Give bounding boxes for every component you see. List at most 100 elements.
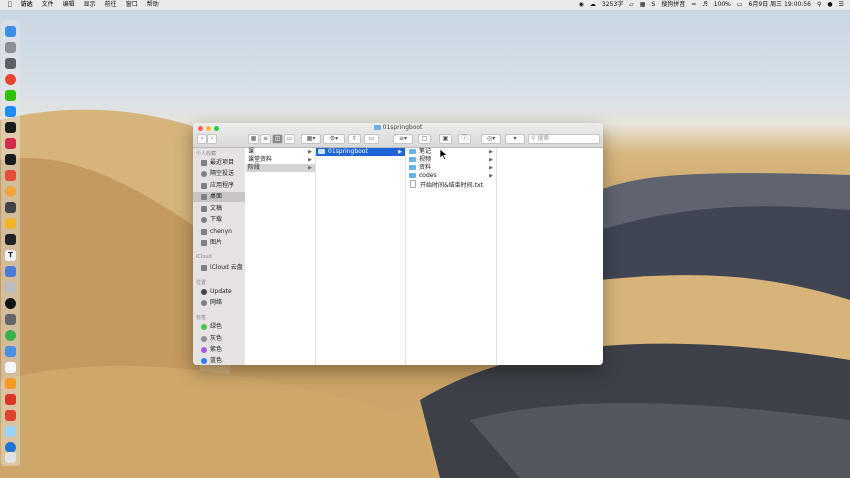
group-button[interactable]: ▦▾	[301, 134, 321, 144]
column-view-button[interactable]: ◫	[272, 134, 283, 144]
disk-icon	[201, 289, 207, 295]
sidebar-item-desktop[interactable]: 桌面	[193, 192, 245, 202]
sidebar-item-pictures[interactable]: 图片	[193, 238, 245, 248]
menu-view[interactable]: 显示	[84, 0, 96, 10]
list-view-button[interactable]: ≡	[260, 134, 271, 144]
sidebar-item-airdrop[interactable]: 隔空投送	[193, 169, 245, 179]
text-editor-icon[interactable]: T	[5, 250, 16, 261]
list-item[interactable]: 资料 ▶	[406, 164, 496, 172]
webstorm-icon[interactable]	[5, 154, 16, 165]
list-item-label: 阶段	[248, 164, 261, 171]
sidebar-item-recents[interactable]: 最近项目	[193, 158, 245, 168]
forward-button[interactable]: ›	[207, 134, 217, 144]
siri-icon[interactable]: ●	[827, 0, 832, 10]
trash-icon[interactable]	[5, 452, 16, 463]
jetbrains-icon[interactable]	[5, 138, 16, 149]
notification-center-icon[interactable]: ☰	[839, 0, 844, 10]
cloud-icon[interactable]: ☁	[590, 0, 596, 10]
sidebar-item-update[interactable]: Update	[193, 287, 245, 297]
dock: T	[1, 20, 20, 466]
orange-app-icon[interactable]	[5, 378, 16, 389]
wifi-icon[interactable]: ≈	[691, 0, 696, 10]
volume-icon[interactable]: ♬	[702, 0, 707, 10]
arrange-button[interactable]: ≡▾	[393, 134, 413, 144]
list-item[interactable]: 课 ▶	[246, 148, 315, 156]
red-app-icon[interactable]	[5, 394, 16, 405]
typora-icon[interactable]	[5, 170, 16, 181]
column-1: 课 ▶ 课堂资料 ▶ 阶段 ▶	[246, 148, 316, 365]
menu-file[interactable]: 文件	[42, 0, 54, 10]
green-tag-icon	[201, 324, 207, 330]
sidebar-item-tag-blue[interactable]: 蓝色	[193, 356, 245, 365]
battery-percent[interactable]: 100%	[714, 0, 731, 10]
input-method-icon[interactable]: S	[651, 0, 655, 10]
info-button[interactable]: ⓘ	[458, 134, 471, 144]
notes-icon[interactable]	[5, 218, 16, 229]
list-item-label: 01springboot	[328, 148, 368, 155]
qq-icon[interactable]	[5, 298, 16, 309]
grid-icon[interactable]: ▦	[640, 0, 646, 10]
share-button[interactable]: ⇧	[348, 134, 361, 144]
github-icon[interactable]: ◉	[579, 0, 584, 10]
search-field[interactable]: ⚲ 搜索	[528, 134, 600, 144]
bell-icon[interactable]: ▱	[629, 0, 634, 10]
menu-help[interactable]: 帮助	[147, 0, 159, 10]
list-item[interactable]: 阶段 ▶	[246, 164, 315, 172]
airdrop-button[interactable]: ◎▾	[481, 134, 501, 144]
list-item[interactable]: 视频 ▶	[406, 156, 496, 164]
preview-icon[interactable]	[5, 266, 16, 277]
spotlight-icon[interactable]: ⚲	[817, 0, 821, 10]
sidebar-item-tag-gray[interactable]: 灰色	[193, 334, 245, 344]
list-item[interactable]: 笔记 ▶	[406, 148, 496, 156]
extra-menu-button[interactable]: ▾	[505, 134, 525, 144]
window-titlebar[interactable]: 01springboot ‹ › ▦ ≡ ◫ ▭ ▦▾ ⚙▾ ⇧ ▭ ≡▾ □ …	[193, 123, 603, 148]
sidebar-item-network[interactable]: 网络	[193, 298, 245, 308]
sidebar-item-downloads[interactable]: 下载	[193, 215, 245, 225]
input-method-label[interactable]: 搜狗拼音	[661, 0, 685, 10]
sidebar-item-tag-green[interactable]: 绿色	[193, 322, 245, 332]
list-item[interactable]: 开始时间&结束时间.txt	[406, 180, 496, 189]
wps-icon[interactable]	[5, 410, 16, 421]
sidebar-item-tag-purple[interactable]: 紫色	[193, 345, 245, 355]
apple-icon[interactable]: 	[8, 0, 12, 10]
sidebar-item-home[interactable]: chenyn	[193, 227, 245, 237]
list-item[interactable]: 01springboot ▶	[316, 148, 405, 156]
menu-go[interactable]: 前往	[105, 0, 117, 10]
sidebar-item-applications[interactable]: 应用程序	[193, 181, 245, 191]
system-preferences-icon[interactable]	[5, 58, 16, 69]
menu-app-name[interactable]: 访达	[21, 0, 33, 10]
back-button[interactable]: ‹	[197, 134, 207, 144]
browser-icon[interactable]	[5, 186, 16, 197]
battery-icon[interactable]: ▭	[737, 0, 743, 10]
app-store-icon[interactable]	[5, 106, 16, 117]
sidebar-item-icloud-drive[interactable]: iCloud 云盘	[193, 263, 245, 273]
menu-edit[interactable]: 编辑	[63, 0, 75, 10]
finder-icon[interactable]	[5, 26, 16, 37]
new-folder-button[interactable]: □	[418, 134, 431, 144]
green-app-icon[interactable]	[5, 330, 16, 341]
terminal-icon[interactable]	[5, 234, 16, 245]
edit-tags-button[interactable]: ▭	[364, 134, 379, 144]
intellij-icon[interactable]	[5, 122, 16, 133]
utility-icon[interactable]	[5, 282, 16, 293]
gallery-view-button[interactable]: ▭	[284, 134, 295, 144]
word-count[interactable]: 3253字	[602, 0, 623, 10]
sidebar-item-documents[interactable]: 文稿	[193, 204, 245, 214]
icon-view-button[interactable]: ▦	[248, 134, 259, 144]
flow-app-icon[interactable]	[5, 346, 16, 357]
launchpad-icon[interactable]	[5, 42, 16, 53]
list-item[interactable]: 课堂资料 ▶	[246, 156, 315, 164]
action-gear-button[interactable]: ⚙▾	[323, 134, 345, 144]
wechat-icon[interactable]	[5, 90, 16, 101]
calendar-icon[interactable]	[5, 362, 16, 373]
sublime-icon[interactable]	[5, 202, 16, 213]
clock[interactable]: 6月9日 周三 19:00:56	[749, 0, 811, 10]
gray-tag-icon	[201, 336, 207, 342]
list-item[interactable]: codes ▶	[406, 172, 496, 180]
menu-window[interactable]: 窗口	[126, 0, 138, 10]
bird-app-icon[interactable]	[5, 426, 16, 437]
delete-button[interactable]: ▣	[439, 134, 452, 144]
applications-icon	[201, 183, 207, 189]
screenshot-icon[interactable]	[5, 314, 16, 325]
chrome-icon[interactable]	[5, 74, 16, 85]
